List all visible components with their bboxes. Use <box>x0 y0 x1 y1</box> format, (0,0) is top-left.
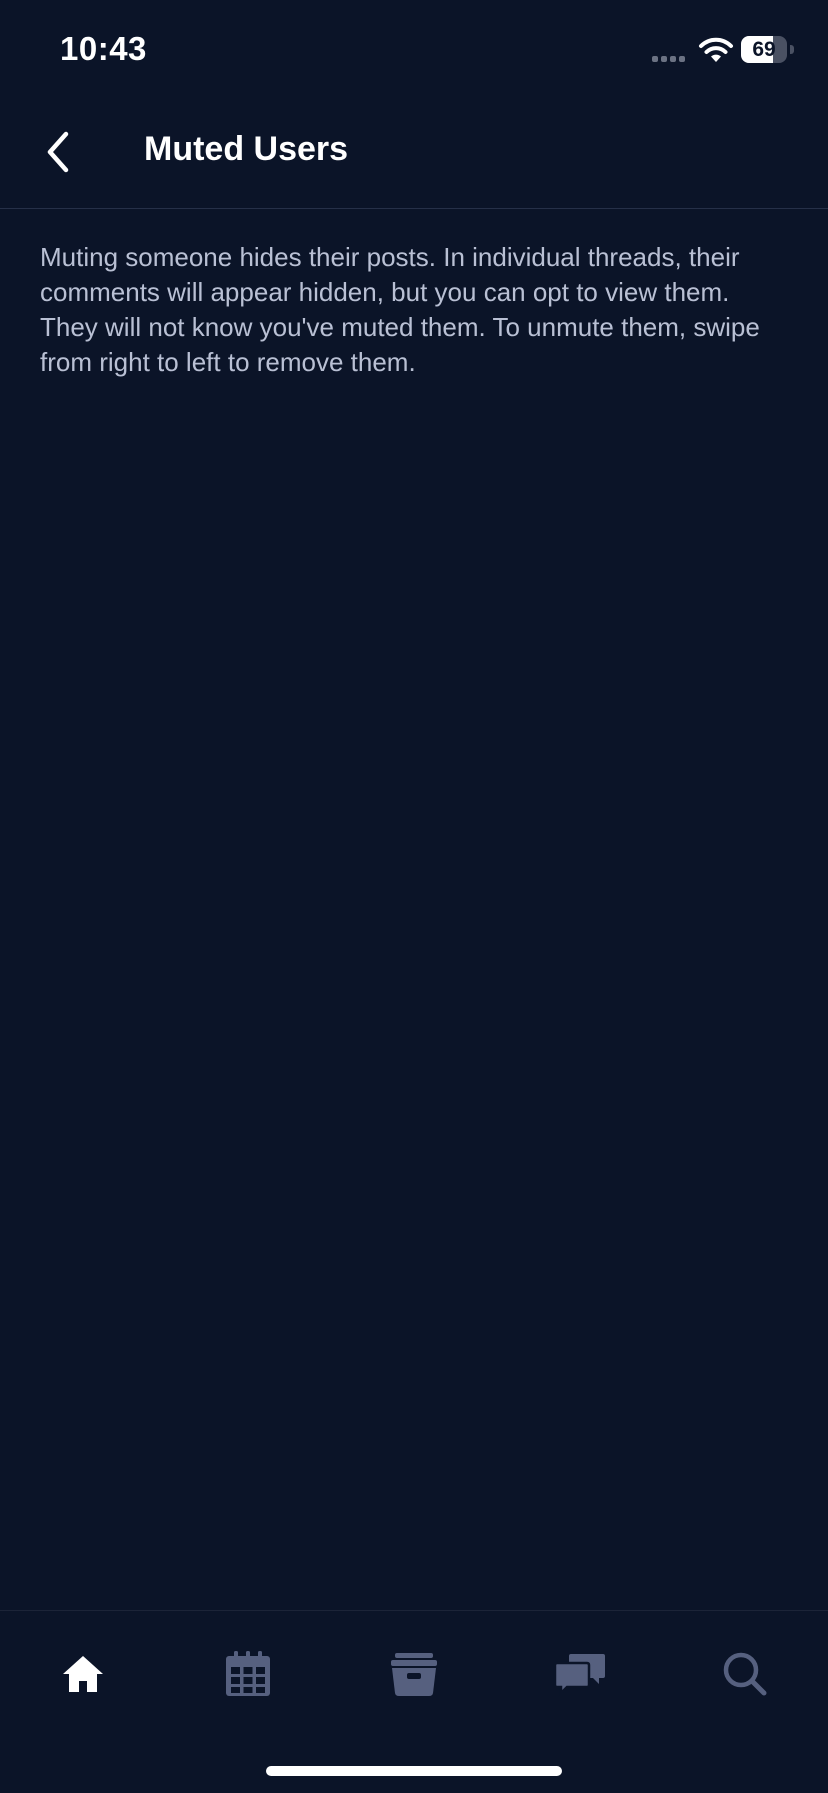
wifi-icon <box>699 37 733 62</box>
battery-icon: 69 <box>741 36 794 63</box>
archive-box-icon <box>391 1653 437 1696</box>
muted-users-description: Muting someone hides their posts. In ind… <box>40 242 760 377</box>
battery-level: 69 <box>752 38 776 61</box>
tab-archive[interactable] <box>374 1641 454 1707</box>
back-button[interactable] <box>30 120 86 184</box>
tab-calendar[interactable] <box>208 1641 288 1707</box>
navigation-bar: Muted Users <box>0 100 828 209</box>
tab-search[interactable] <box>705 1641 785 1707</box>
status-bar: 10:43 69 <box>0 0 828 100</box>
tab-discussions[interactable] <box>540 1641 620 1707</box>
tab-home[interactable] <box>43 1641 123 1707</box>
calendar-icon <box>226 1651 270 1696</box>
cellular-signal-icon <box>652 56 685 62</box>
home-icon <box>63 1656 103 1692</box>
chevron-left-icon <box>47 131 69 173</box>
status-time: 10:43 <box>60 30 147 67</box>
home-indicator <box>266 1766 562 1776</box>
chat-bubbles-icon <box>553 1654 605 1697</box>
page-title: Muted Users <box>144 130 349 168</box>
search-icon <box>723 1652 767 1696</box>
